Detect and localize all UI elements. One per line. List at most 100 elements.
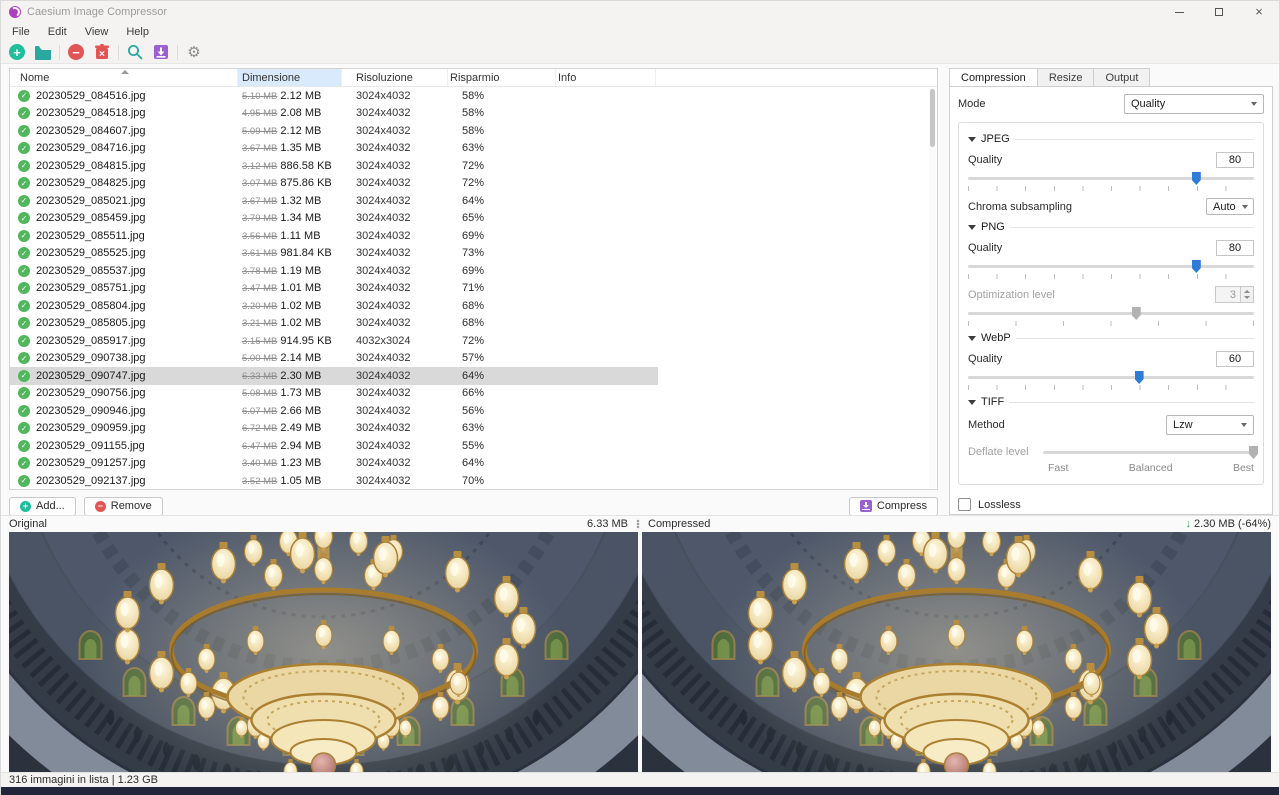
webp-quality-slider[interactable]	[968, 370, 1254, 384]
spin-up-icon	[1244, 290, 1250, 293]
saving-percent: 68%	[448, 317, 556, 329]
lossless-option[interactable]: Lossless	[958, 498, 1264, 511]
table-row[interactable]: ✓20230529_084716.jpg 3.67 MB1.35 MB 3024…	[10, 140, 658, 158]
check-circle-icon: ✓	[18, 440, 30, 452]
column-header-saving[interactable]: Risparmio	[448, 69, 556, 86]
toolbar-separator	[59, 45, 60, 60]
table-row[interactable]: ✓20230529_090959.jpg 6.72 MB2.49 MB 3024…	[10, 420, 658, 438]
png-quality-input[interactable]	[1216, 240, 1254, 256]
close-button[interactable]: ×	[1239, 1, 1279, 23]
menu-view[interactable]: View	[76, 24, 118, 40]
remove-button[interactable]: − Remove	[84, 497, 163, 516]
png-optimization-spinbox[interactable]: 3	[1215, 286, 1254, 303]
add-files-button[interactable]: +	[5, 42, 29, 62]
compressed-preview-image[interactable]	[642, 532, 1271, 772]
original-size: 5.00 MB	[242, 353, 277, 364]
title-bar[interactable]: Caesium Image Compressor ×	[1, 1, 1279, 23]
slider-handle[interactable]	[1192, 172, 1201, 185]
original-preview-image[interactable]	[9, 532, 638, 772]
lossless-checkbox[interactable]	[958, 498, 971, 511]
compress-toolbar-button[interactable]	[149, 42, 173, 62]
table-row[interactable]: ✓20230529_091257.jpg 3.40 MB1.23 MB 3024…	[10, 455, 658, 473]
preview-button[interactable]	[123, 42, 147, 62]
settings-button[interactable]: ⚙	[182, 42, 206, 62]
clear-list-button[interactable]: ✕	[90, 42, 114, 62]
menu-help[interactable]: Help	[117, 24, 158, 40]
table-row[interactable]: ✓20230529_090756.jpg 5.08 MB1.73 MB 3024…	[10, 385, 658, 403]
table-row[interactable]: ✓20230529_090738.jpg 5.00 MB2.14 MB 3024…	[10, 350, 658, 368]
slider-ticks	[968, 385, 1254, 390]
table-row[interactable]: ✓20230529_084516.jpg 5.10 MB2.12 MB 3024…	[10, 87, 658, 105]
saving-percent: 70%	[448, 475, 556, 487]
table-row[interactable]: ✓20230529_085021.jpg 3.67 MB1.32 MB 3024…	[10, 192, 658, 210]
table-row[interactable]: ✓20230529_090946.jpg 6.07 MB2.66 MB 3024…	[10, 402, 658, 420]
jpeg-quality-slider[interactable]	[968, 171, 1254, 185]
mode-select[interactable]: Quality	[1124, 94, 1264, 114]
file-name: 20230529_090747.jpg	[36, 370, 146, 382]
table-row[interactable]: ✓20230529_084607.jpg 5.09 MB2.12 MB 3024…	[10, 122, 658, 140]
table-row[interactable]: ✓20230529_085917.jpg 3.15 MB914.95 KB 40…	[10, 332, 658, 350]
png-quality-slider[interactable]	[968, 259, 1254, 273]
table-row[interactable]: ✓20230529_090747.jpg 6.33 MB2.30 MB 3024…	[10, 367, 658, 385]
check-circle-icon: ✓	[18, 125, 30, 137]
compress-button[interactable]: Compress	[849, 497, 938, 516]
remove-button-label: Remove	[111, 500, 152, 512]
table-row[interactable]: ✓20230529_085525.jpg 3.61 MB981.84 KB 30…	[10, 245, 658, 263]
table-scrollbar-thumb[interactable]	[930, 89, 935, 147]
minimize-button[interactable]	[1159, 1, 1199, 23]
table-scrollbar[interactable]	[929, 88, 936, 488]
slider-handle[interactable]	[1135, 371, 1144, 384]
toolbar: + − ✕ ⚙	[1, 41, 1279, 64]
table-row[interactable]: ✓20230529_085537.jpg 3.78 MB1.19 MB 3024…	[10, 262, 658, 280]
tiff-section-header[interactable]: TIFF	[968, 396, 1254, 408]
menu-bar: File Edit View Help	[1, 23, 1279, 41]
table-row[interactable]: ✓20230529_085751.jpg 3.47 MB1.01 MB 3024…	[10, 280, 658, 298]
column-header-info[interactable]: Info	[556, 69, 656, 86]
webp-quality-input[interactable]	[1216, 351, 1254, 367]
compress-button-label: Compress	[877, 500, 927, 512]
tab-compression[interactable]: Compression	[949, 68, 1038, 87]
table-row[interactable]: ✓20230529_085804.jpg 3.20 MB1.02 MB 3024…	[10, 297, 658, 315]
check-circle-icon: ✓	[18, 457, 30, 469]
column-header-resolution[interactable]: Risoluzione	[342, 69, 448, 86]
png-optimization-slider[interactable]	[968, 306, 1254, 320]
slider-groove	[968, 376, 1254, 379]
check-circle-icon: ✓	[18, 387, 30, 399]
add-folder-button[interactable]	[31, 42, 55, 62]
maximize-button[interactable]	[1199, 1, 1239, 23]
table-row[interactable]: ✓20230529_085805.jpg 3.21 MB1.02 MB 3024…	[10, 315, 658, 333]
splitter-handle[interactable]	[634, 519, 642, 529]
table-row[interactable]: ✓20230529_085459.jpg 3.79 MB1.34 MB 3024…	[10, 210, 658, 228]
remove-file-button[interactable]: −	[64, 42, 88, 62]
table-row[interactable]: ✓20230529_085511.jpg 3.56 MB1.11 MB 3024…	[10, 227, 658, 245]
slider-handle[interactable]	[1132, 307, 1141, 320]
add-button[interactable]: + Add...	[9, 497, 76, 516]
menu-edit[interactable]: Edit	[39, 24, 76, 40]
table-row[interactable]: ✓20230529_084518.jpg 4.95 MB2.08 MB 3024…	[10, 105, 658, 123]
table-row[interactable]: ✓20230529_092137.jpg 3.52 MB1.05 MB 3024…	[10, 472, 658, 490]
table-row[interactable]: ✓20230529_091155.jpg 6.47 MB2.94 MB 3024…	[10, 437, 658, 455]
spinner-buttons[interactable]	[1241, 286, 1254, 303]
original-label: Original	[9, 518, 47, 530]
slider-handle[interactable]	[1192, 260, 1201, 273]
webp-section-header[interactable]: WebP	[968, 332, 1254, 344]
jpeg-quality-input[interactable]	[1216, 152, 1254, 168]
minus-circle-icon: −	[95, 501, 106, 512]
compressed-size: 1.34 MB	[280, 212, 321, 224]
tab-output[interactable]: Output	[1094, 68, 1150, 87]
saving-percent: 69%	[448, 265, 556, 277]
table-row[interactable]: ✓20230529_084815.jpg 3.12 MB886.58 KB 30…	[10, 157, 658, 175]
file-name: 20230529_092137.jpg	[36, 475, 146, 487]
table-row[interactable]: ✓20230529_084825.jpg 3.07 MB875.86 KB 30…	[10, 175, 658, 193]
tab-resize[interactable]: Resize	[1038, 68, 1095, 87]
slider-handle[interactable]	[1249, 446, 1258, 459]
column-header-size[interactable]: Dimensione	[238, 69, 342, 86]
deflate-level-slider[interactable]	[1043, 445, 1254, 459]
tiff-method-select[interactable]: Lzw	[1166, 415, 1254, 435]
jpeg-section-header[interactable]: JPEG	[968, 133, 1254, 145]
menu-file[interactable]: File	[3, 24, 39, 40]
png-section-header[interactable]: PNG	[968, 221, 1254, 233]
lossless-label: Lossless	[978, 499, 1021, 511]
app-window: Caesium Image Compressor × File Edit Vie…	[0, 0, 1280, 795]
chroma-subsampling-select[interactable]: Auto	[1206, 198, 1254, 215]
